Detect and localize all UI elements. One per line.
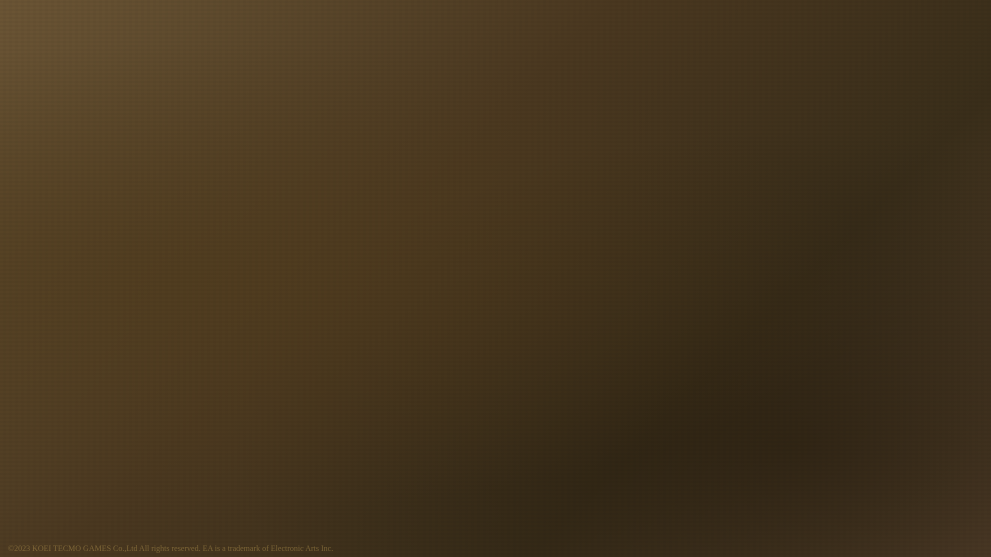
copyright-text: ©2023 KOEI TECMO GAMES Co.,Ltd All right… bbox=[8, 544, 333, 553]
